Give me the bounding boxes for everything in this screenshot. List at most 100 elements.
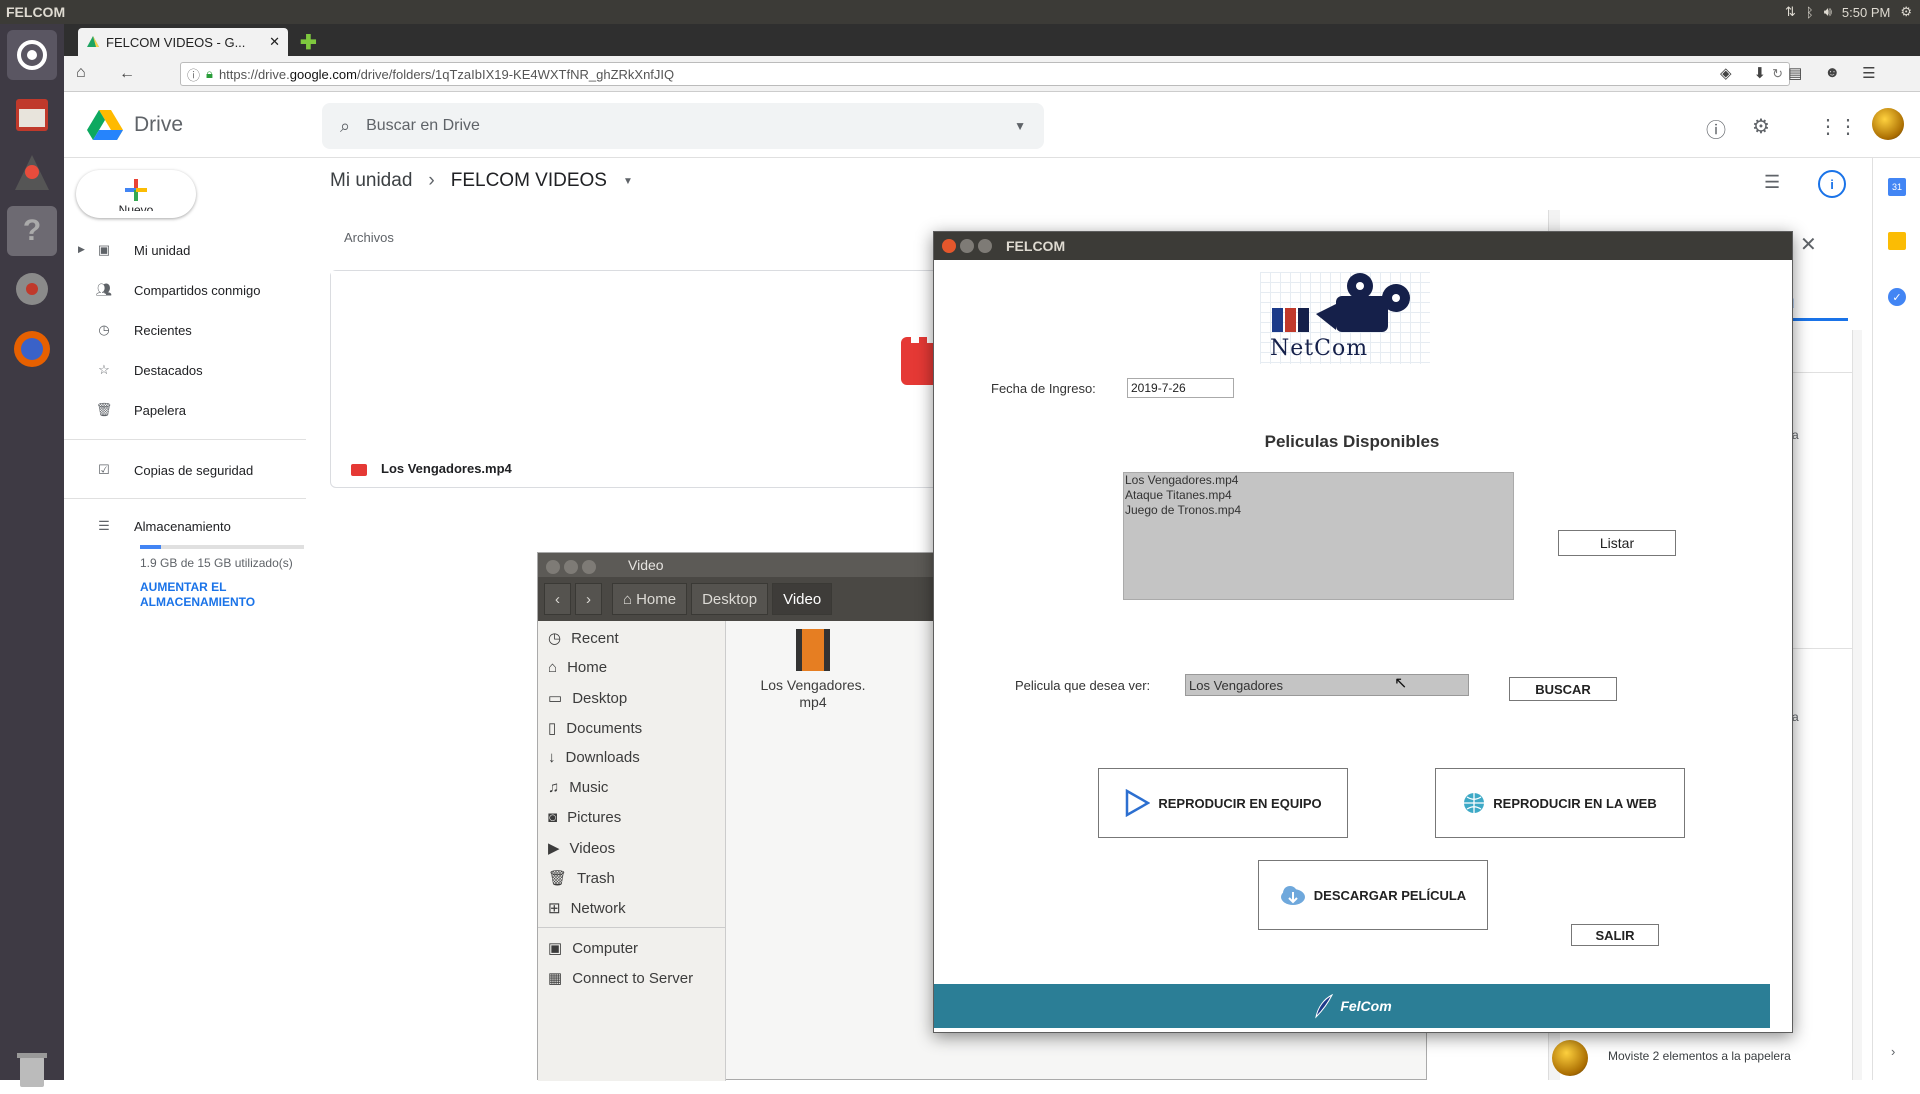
- volume-icon[interactable]: 🔊︎: [1824, 4, 1832, 20]
- help-icon[interactable]: ⓘ: [1706, 114, 1726, 143]
- star-icon: ☆: [98, 362, 110, 377]
- nav-backups[interactable]: ☑ Copias de seguridad: [94, 460, 253, 480]
- details-info-icon[interactable]: i: [1818, 170, 1846, 198]
- places-label: Documents: [566, 719, 643, 737]
- movie-search-input[interactable]: Los Vengadores: [1185, 674, 1469, 696]
- keep-icon[interactable]: [1888, 232, 1906, 250]
- search-label: Pelicula que desea ver:: [1015, 678, 1151, 693]
- download-icon[interactable]: ⬇: [1754, 64, 1767, 82]
- back-icon[interactable]: ←: [114, 62, 140, 86]
- places-desktop[interactable]: ▭ Desktop: [548, 689, 627, 708]
- places-music[interactable]: ♫ Music: [548, 779, 608, 796]
- upgrade-storage-link[interactable]: AUMENTAR EL ALMACENAMIENTO: [140, 580, 255, 610]
- date-field[interactable]: 2019-7-26: [1127, 378, 1234, 398]
- url-field[interactable]: ⓘ 🔒︎ https://drive.google.com/drive/fold…: [180, 62, 1790, 86]
- drive-search-box[interactable]: ⌕ Buscar en Drive ▼: [322, 103, 1044, 149]
- file-cabinet-icon[interactable]: [7, 90, 57, 140]
- file-manager-sidebar: ◷ Recent ⌂ Home ▭ Desktop ▯ Documents ↓ Downl…: [538, 621, 726, 1081]
- nav-starred[interactable]: ☆ Destacados: [94, 360, 202, 380]
- nav-recent[interactable]: ◷ Recientes: [94, 320, 191, 340]
- new-button[interactable]: Nuevo: [76, 170, 196, 218]
- download-button[interactable]: DESCARGAR PELÍCULA: [1258, 860, 1488, 930]
- tasks-icon[interactable]: ✓: [1888, 288, 1906, 306]
- dash-icon[interactable]: [7, 30, 57, 80]
- places-home[interactable]: ⌂ Home: [548, 659, 607, 676]
- file-card[interactable]: Los Vengadores.mp4: [330, 270, 984, 488]
- settings-icon[interactable]: ⚙: [1752, 114, 1770, 143]
- java-app-icon[interactable]: [7, 148, 57, 198]
- places-network[interactable]: ⊞ Network: [548, 899, 626, 918]
- firefox-icon[interactable]: [7, 324, 57, 374]
- play-local-button[interactable]: REPRODUCIR EN EQUIPO: [1098, 768, 1348, 838]
- nav-my-drive[interactable]: ▣ Mi unidad: [94, 240, 191, 260]
- places-videos[interactable]: ▶ Videos: [548, 839, 615, 858]
- places-computer[interactable]: ▣ Computer: [548, 939, 638, 958]
- places-documents[interactable]: ▯ Documents: [548, 719, 643, 738]
- forward-icon[interactable]: ›: [575, 583, 602, 615]
- settings-gear-icon[interactable]: ⚙: [1900, 4, 1912, 20]
- path-video[interactable]: Video: [772, 583, 833, 615]
- home-icon[interactable]: ⌂: [76, 64, 86, 82]
- details-scrollbar[interactable]: [1852, 330, 1862, 1080]
- avatar[interactable]: [1872, 108, 1904, 140]
- places-pictures[interactable]: ◙ Pictures: [548, 809, 621, 826]
- movie-list-item[interactable]: Juego de Tronos.mp4: [1125, 503, 1512, 518]
- server-icon: ▦: [548, 970, 563, 987]
- search-button[interactable]: BUSCAR: [1509, 677, 1617, 701]
- close-tab-icon[interactable]: ✕: [269, 34, 280, 50]
- close-window-icon[interactable]: [942, 239, 956, 253]
- menu-icon[interactable]: ☰: [1862, 64, 1875, 82]
- exit-button[interactable]: SALIR: [1571, 924, 1659, 946]
- system-settings-icon[interactable]: [7, 264, 57, 314]
- new-tab-icon[interactable]: ✚: [300, 30, 317, 55]
- info-icon[interactable]: ⓘ: [187, 65, 200, 84]
- nav-trash[interactable]: 🗑︎ Papelera: [94, 400, 186, 420]
- expand-panel-icon[interactable]: ›: [1891, 1044, 1895, 1059]
- breadcrumb-current[interactable]: FELCOM VIDEOS: [451, 170, 607, 192]
- browser-tab[interactable]: FELCOM VIDEOS - G... ✕: [78, 28, 288, 56]
- trash-icon[interactable]: [7, 1044, 57, 1094]
- play-web-button[interactable]: REPRODUCIR EN LA WEB: [1435, 768, 1685, 838]
- movie-list[interactable]: Los Vengadores.mp4 Ataque Titanes.mp4 Jueg…: [1123, 472, 1514, 600]
- breadcrumb-root[interactable]: Mi unidad: [330, 170, 412, 192]
- help-icon[interactable]: ?: [7, 206, 57, 256]
- movie-list-item[interactable]: Los Vengadores.mp4: [1125, 473, 1512, 488]
- clock[interactable]: 5:50 PM: [1842, 5, 1890, 20]
- minimize-window-icon[interactable]: [960, 239, 974, 253]
- minimize-window-icon[interactable]: [564, 560, 578, 574]
- drive-logo[interactable]: Drive: [86, 108, 183, 142]
- movie-list-item[interactable]: Ataque Titanes.mp4: [1125, 488, 1512, 503]
- nav-storage[interactable]: ☰ Almacenamiento: [94, 516, 231, 536]
- home-icon: ⌂: [548, 659, 558, 676]
- pocket-icon[interactable]: ◈: [1720, 64, 1732, 82]
- places-recent[interactable]: ◷ Recent: [548, 629, 619, 648]
- close-details-icon[interactable]: ✕: [1800, 232, 1817, 257]
- network-icon[interactable]: ⇅: [1785, 4, 1796, 20]
- path-desktop[interactable]: Desktop: [691, 583, 769, 615]
- camera-icon: ◙: [548, 809, 558, 826]
- apps-grid-icon[interactable]: ⋮⋮: [1818, 114, 1858, 143]
- maximize-window-icon[interactable]: [978, 239, 992, 253]
- places-trash[interactable]: 🗑︎ Trash: [548, 869, 615, 888]
- places-connect-server[interactable]: ▦ Connect to Server: [548, 969, 693, 988]
- search-input[interactable]: Buscar en Drive: [366, 117, 998, 135]
- list-button[interactable]: Listar: [1558, 530, 1676, 556]
- library-icon[interactable]: ▤: [1788, 64, 1802, 82]
- places-downloads[interactable]: ↓ Downloads: [548, 749, 640, 766]
- list-view-icon[interactable]: ☰: [1764, 172, 1780, 193]
- expand-arrow-icon[interactable]: ▶: [78, 244, 85, 255]
- close-window-icon[interactable]: [546, 560, 560, 574]
- path-home[interactable]: ⌂ Home: [612, 583, 688, 615]
- chevron-down-icon[interactable]: ▼: [623, 176, 633, 187]
- calendar-icon[interactable]: 31: [1888, 178, 1906, 196]
- search-options-icon[interactable]: ▼: [1014, 119, 1026, 133]
- back-icon[interactable]: ‹: [544, 583, 571, 615]
- places-label: Home: [567, 659, 608, 676]
- felcom-titlebar[interactable]: FELCOM: [934, 232, 1792, 260]
- maximize-window-icon[interactable]: [582, 560, 596, 574]
- file-item[interactable]: Los Vengadores. mp4: [738, 627, 888, 711]
- chat-icon[interactable]: ☻: [1824, 64, 1840, 82]
- nav-shared[interactable]: 👥︎ Compartidos conmigo: [94, 280, 261, 300]
- search-icon[interactable]: ⌕: [340, 116, 350, 137]
- bluetooth-icon[interactable]: ᛒ: [1806, 5, 1814, 20]
